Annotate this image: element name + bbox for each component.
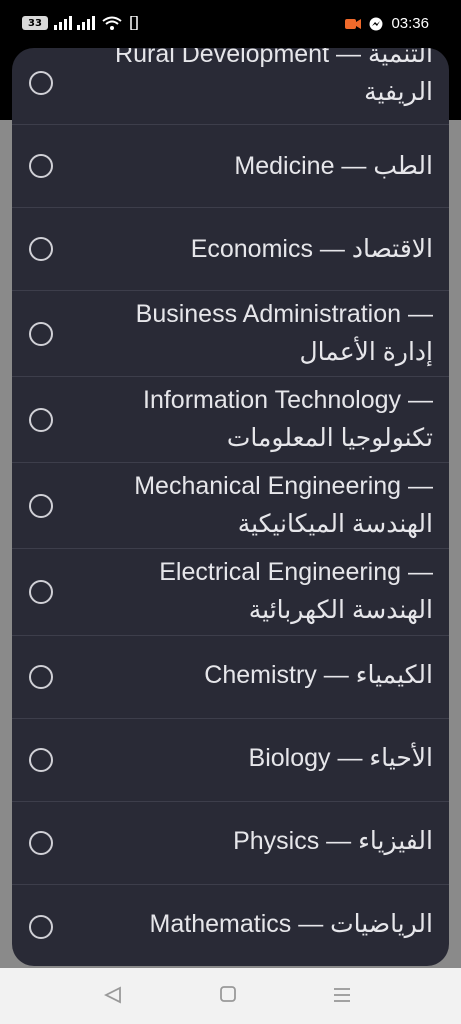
option-information-technology[interactable]: Information Technology — تكنولوجيا المعل… (12, 377, 449, 463)
option-label: Mathematics — الرياضيات (149, 910, 433, 938)
option-business-administration[interactable]: Business Administration — إدارة الأعمال (12, 291, 449, 377)
option-medicine[interactable]: Medicine — الطب (12, 125, 449, 208)
option-label: Biology — الأحياء (248, 744, 433, 772)
option-label: Medicine — الطب (234, 152, 433, 180)
option-mechanical-engineering[interactable]: Mechanical Engineering — الهندسة الميكان… (12, 463, 449, 549)
home-square-icon[interactable] (220, 986, 236, 1002)
option-label: Mechanical Engineering — الهندسة الميكان… (134, 472, 433, 538)
radio-unchecked-icon[interactable] (29, 914, 53, 939)
camera-record-icon (345, 18, 362, 29)
back-triangle-icon[interactable] (104, 986, 122, 1004)
radio-unchecked-icon[interactable] (29, 831, 53, 855)
radio-unchecked-icon[interactable] (29, 71, 53, 95)
battery-icon: 33 (22, 16, 48, 30)
status-left: 33 (22, 16, 140, 30)
option-rural-development[interactable]: Rural Development — التنمية الريفية (12, 48, 449, 125)
clock: 03:36 (391, 15, 429, 32)
radio-unchecked-icon[interactable] (29, 154, 53, 178)
radio-unchecked-icon[interactable] (29, 580, 53, 604)
radio-unchecked-icon[interactable] (29, 407, 53, 432)
vibrate-icon (130, 16, 138, 30)
option-label: Economics — الاقتصاد (190, 235, 433, 263)
option-biology[interactable]: Biology — الأحياء (12, 719, 449, 802)
status-right: 03:36 (345, 15, 429, 32)
radio-unchecked-icon[interactable] (29, 665, 53, 689)
radio-unchecked-icon[interactable] (29, 748, 53, 772)
recent-menu-icon[interactable] (334, 986, 350, 1004)
option-label: Business Administration — إدارة الأعمال (135, 300, 433, 366)
radio-unchecked-icon[interactable] (29, 321, 53, 346)
signal-icon (54, 16, 95, 30)
option-mathematics[interactable]: Mathematics — الرياضيات (12, 885, 449, 966)
option-label: Information Technology — تكنولوجيا المعل… (143, 386, 433, 452)
option-label: Chemistry — الكيمياء (204, 661, 433, 689)
option-physics[interactable]: Physics — الفيزياء (12, 802, 449, 885)
status-bar: 33 03:36 (0, 0, 461, 48)
option-chemistry[interactable]: Chemistry — الكيمياء (12, 636, 449, 719)
option-label: Electrical Engineering — الهندسة الكهربا… (159, 558, 433, 624)
messenger-icon (369, 17, 383, 30)
option-electrical-engineering[interactable]: Electrical Engineering — الهندسة الكهربا… (12, 549, 449, 636)
radio-unchecked-icon[interactable] (29, 237, 53, 261)
option-label: Rural Development — التنمية الريفية (115, 48, 433, 106)
option-list: Rural Development — التنمية الريفية Medi… (12, 48, 449, 966)
wifi-icon (102, 16, 122, 30)
option-label: Physics — الفيزياء (233, 827, 433, 855)
radio-unchecked-icon[interactable] (29, 493, 53, 518)
selection-sheet: Rural Development — التنمية الريفية Medi… (12, 48, 449, 966)
option-economics[interactable]: Economics — الاقتصاد (12, 208, 449, 291)
